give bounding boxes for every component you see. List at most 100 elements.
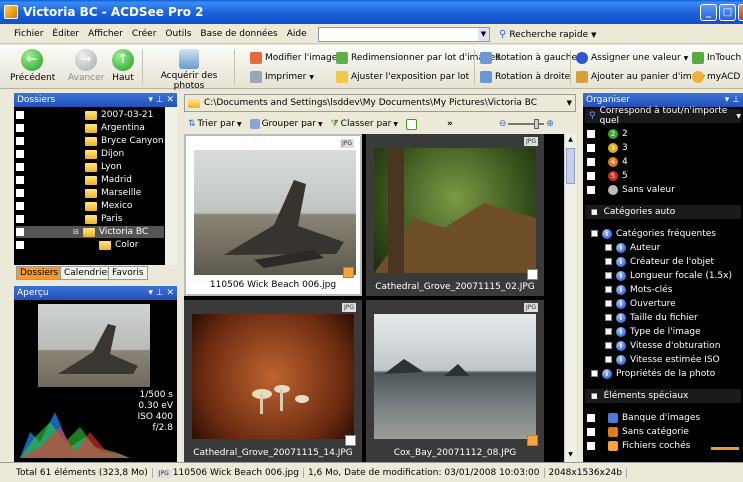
rotate-left-icon	[480, 52, 492, 64]
folder-item[interactable]: Paris	[16, 213, 122, 225]
info-icon: i	[616, 312, 626, 323]
menu-fichier[interactable]: Fichier	[14, 29, 43, 39]
checked-checkbox[interactable]	[343, 267, 354, 278]
folder-item-selected[interactable]: ⊟ Victoria BC	[16, 226, 164, 238]
category-item[interactable]: i Mots-clés	[605, 283, 672, 296]
menu-base-de-donnees[interactable]: Base de données	[200, 29, 277, 39]
back-button[interactable]: ← Précédent	[10, 49, 55, 83]
group-by-button[interactable]: Grouper par ▼	[249, 119, 323, 129]
zoom-out-icon[interactable]: ⊖	[499, 119, 507, 129]
thumbnail[interactable]: JPG Cox_Bay_20071112_08.JPG	[366, 300, 544, 462]
folder-item[interactable]: Argentina	[16, 122, 145, 134]
folder-item[interactable]: Color	[16, 239, 139, 251]
search-icon: ⚲	[589, 111, 596, 121]
panel-controls[interactable]: ▾ ⊥ ✕	[148, 93, 174, 107]
rating-item[interactable]: 22	[587, 127, 628, 140]
thumbnail[interactable]: JPG Cathedral_Grove_20071115_14.JPG	[184, 300, 362, 462]
category-item[interactable]: i Auteur	[605, 241, 660, 254]
folder-item[interactable]: Mexico	[16, 200, 132, 212]
rating-item[interactable]: 44	[587, 155, 628, 168]
adjust-exposure-button[interactable]: Ajuster l'exposition par lot	[336, 71, 469, 83]
category-item[interactable]: i Ouverture	[605, 297, 676, 310]
scroll-thumb[interactable]	[566, 148, 575, 184]
auto-categories-header[interactable]: ■ Catégories auto	[585, 205, 741, 219]
rotate-right-button[interactable]: Rotation à droite	[480, 71, 570, 83]
quick-search-dropdown[interactable]: ▼	[478, 28, 489, 41]
maximize-button[interactable]: □	[719, 4, 736, 21]
folder-item[interactable]: Dijon	[16, 148, 124, 160]
category-item[interactable]: i Créateur de l'objet	[605, 255, 714, 268]
edit-image-button[interactable]: Modifier l'image▼	[250, 52, 345, 64]
select-checkbox-icon[interactable]	[406, 118, 418, 130]
category-item[interactable]: i Vitesse d'obturation	[605, 339, 720, 352]
menu-editer[interactable]: Éditer	[52, 29, 79, 39]
path-bar[interactable]: C:\Documents and Settings\lsddev\My Docu…	[184, 94, 576, 112]
more-options-icon[interactable]: »	[447, 119, 453, 129]
scroll-down-icon[interactable]: ▼	[566, 451, 575, 460]
menu-outils[interactable]: Outils	[165, 29, 191, 39]
category-item[interactable]: i Taille du fichier	[605, 311, 698, 324]
acquire-photos-button[interactable]: Acquérir des photos	[148, 49, 230, 91]
up-button[interactable]: ↑ Haut	[110, 49, 136, 83]
tab-calendrier[interactable]: Calendrier	[60, 266, 115, 280]
print-button[interactable]: Imprimer ▼	[250, 71, 314, 83]
scroll-up-icon[interactable]: ▲	[566, 136, 575, 145]
minimize-button[interactable]: _	[700, 4, 717, 21]
quick-search-input[interactable]	[318, 27, 490, 42]
checkbox[interactable]	[527, 269, 538, 280]
folder-icon	[85, 149, 97, 159]
menu-afficher[interactable]: Afficher	[88, 29, 123, 39]
folder-item[interactable]: Lyon	[16, 161, 122, 173]
category-item[interactable]: i Propriétés de la photo	[591, 367, 715, 380]
panel-controls[interactable]: ▾ ⊥	[725, 93, 740, 107]
category-item[interactable]: i Longueur focale (1.5x)	[605, 269, 732, 282]
add-to-basket-button[interactable]: Ajouter au panier d'ima▼	[576, 71, 705, 83]
thumbnail[interactable]: JPG 110506 Wick Beach 006.jpg	[184, 134, 362, 296]
quick-search-button[interactable]: ⚲ Recherche rapide ▼	[499, 29, 597, 40]
thumbnail[interactable]: JPG Cathedral_Grove_20071115_02.JPG	[366, 134, 544, 296]
sort-by-button[interactable]: ⇅ Trier par ▼	[188, 119, 242, 129]
match-any-dropdown[interactable]: ⚲ Correspond à tout/n'importe quel ▼	[585, 106, 741, 126]
special-item[interactable]: Banque d'images	[587, 411, 700, 424]
folders-panel-header: Dossiers ▾ ⊥ ✕	[14, 93, 177, 107]
close-button[interactable]: ✕	[738, 4, 743, 21]
chevron-down-icon[interactable]: ▼	[567, 99, 572, 107]
rating-icon: 3	[608, 142, 618, 153]
tab-favoris[interactable]: Favoris	[108, 266, 148, 280]
panel-controls[interactable]: ▾ ⊥ ✕	[148, 286, 174, 300]
checked-checkbox[interactable]	[527, 435, 538, 446]
folder-item[interactable]: 2007-03-21	[16, 109, 153, 121]
jpg-badge-icon: JPG	[342, 303, 356, 312]
myacd-button[interactable]: myACD	[692, 71, 740, 83]
zoom-in-icon[interactable]: ⊕	[546, 119, 554, 129]
rating-item[interactable]: Sans valeur	[587, 183, 675, 196]
tab-dossiers[interactable]: Dossiers	[16, 266, 63, 280]
category-item[interactable]: i Type de l'image	[605, 325, 701, 338]
folder-item[interactable]: Bryce Canyon	[16, 135, 164, 147]
menu-aide[interactable]: Aide	[287, 29, 307, 39]
special-item[interactable]: Sans catégorie	[587, 425, 689, 438]
menu-creer[interactable]: Créer	[132, 29, 157, 39]
rating-item[interactable]: 33	[587, 141, 628, 154]
rating-item[interactable]: 55	[587, 169, 628, 182]
sort-bar: ⇅ Trier par ▼ Grouper par ▼ ⧩ Classer par ▼ »…	[184, 114, 576, 134]
rotate-left-button[interactable]: Rotation à gauche	[480, 52, 577, 64]
category-item[interactable]: i Catégories fréquentes	[591, 227, 716, 240]
folder-item[interactable]: Madrid	[16, 174, 132, 186]
checkbox[interactable]	[345, 435, 356, 446]
folders-scrollbar[interactable]	[165, 107, 177, 265]
batch-resize-button[interactable]: Redimensionner par lot d'images	[336, 52, 500, 64]
special-item[interactable]: Fichiers cochés	[587, 439, 690, 452]
forward-button[interactable]: → Avancer	[68, 49, 104, 83]
intouch-button[interactable]: InTouch	[692, 52, 741, 64]
folder-item[interactable]: Marseille	[16, 187, 141, 199]
expand-icon	[591, 370, 598, 377]
thumbnail-scrollbar[interactable]: ▲ ▼	[564, 134, 576, 462]
expand-icon	[605, 328, 612, 335]
expand-icon	[605, 342, 612, 349]
category-item[interactable]: i Vitesse estimée ISO	[605, 353, 720, 366]
zoom-slider[interactable]	[508, 119, 545, 129]
special-items-header[interactable]: ■ Éléments spéciaux	[585, 389, 741, 403]
filter-by-button[interactable]: ⧩ Classer par ▼	[331, 119, 398, 129]
assign-value-button[interactable]: Assigner une valeur ▼	[576, 52, 688, 64]
